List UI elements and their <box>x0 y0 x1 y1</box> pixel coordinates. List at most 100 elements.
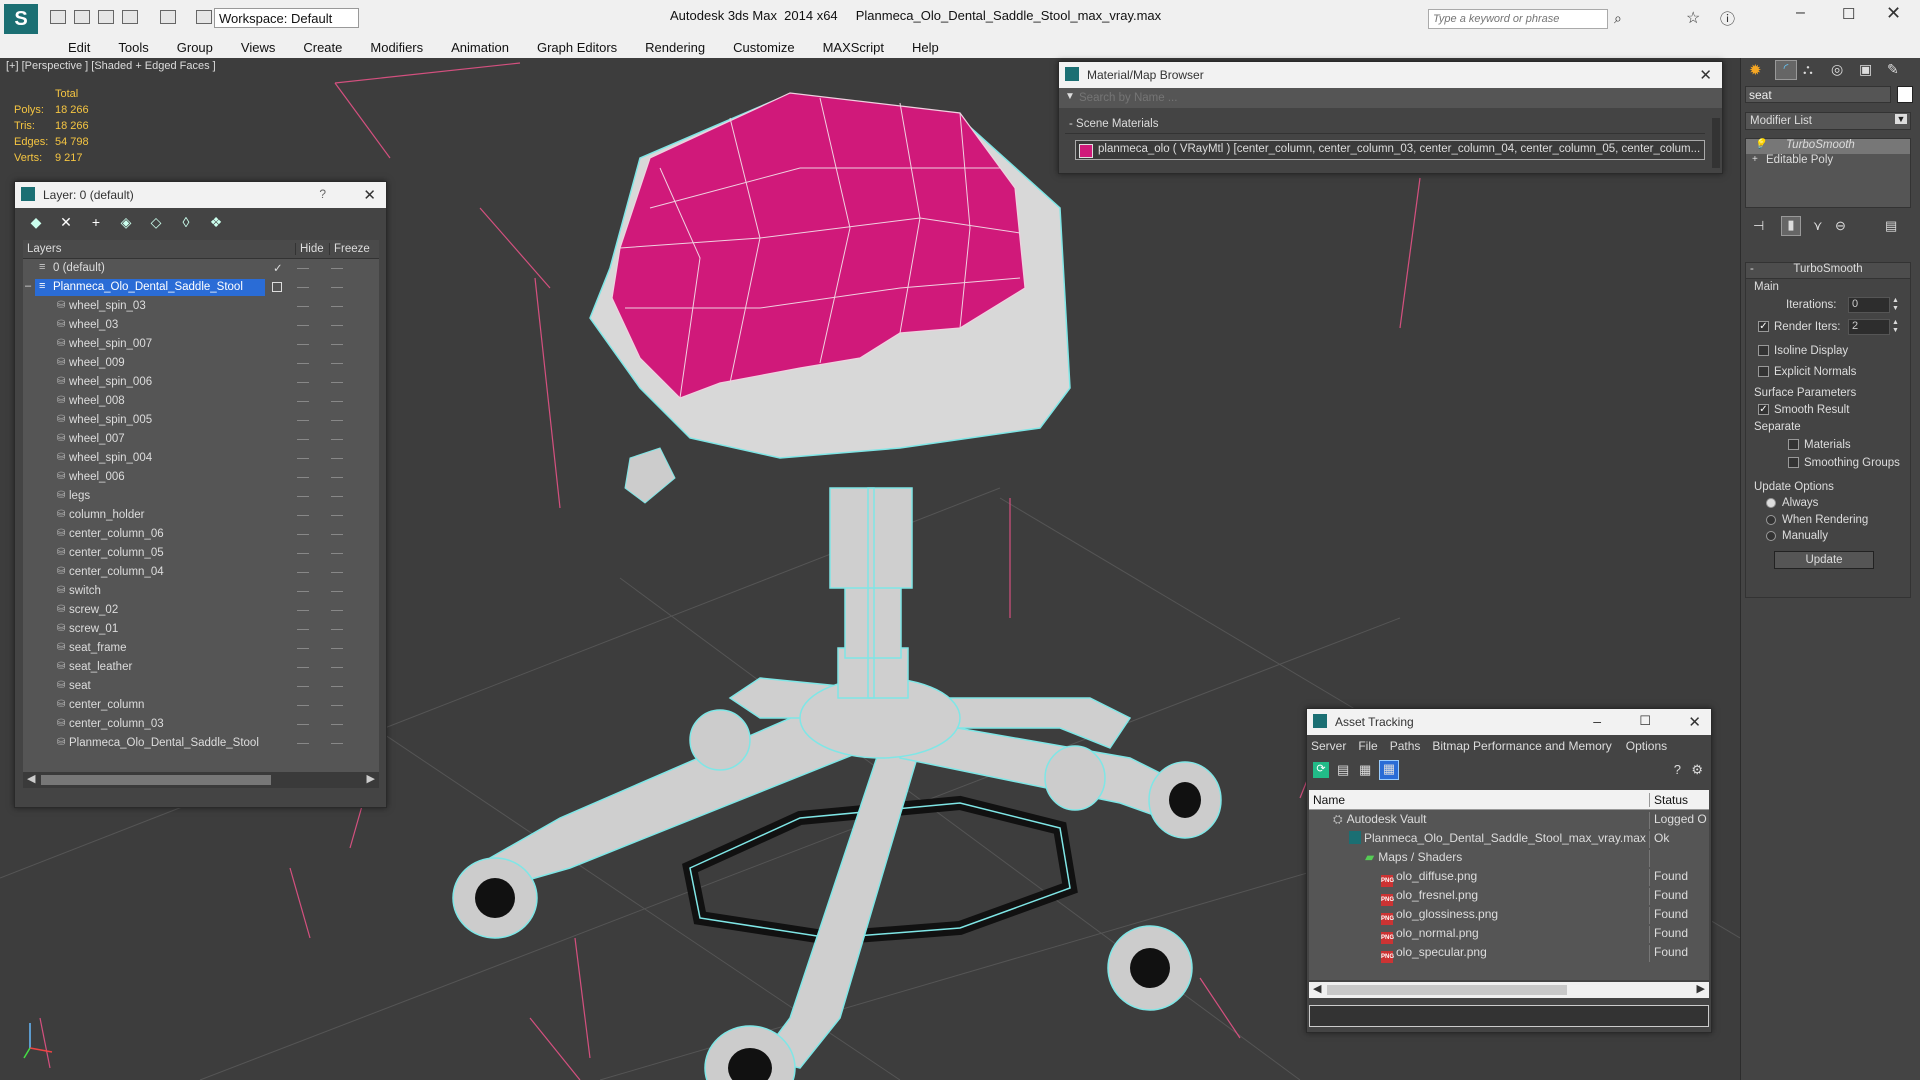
hide-all-icon[interactable]: ◊ <box>177 214 195 232</box>
keyword-search-input[interactable] <box>1428 9 1608 29</box>
binoculars-icon[interactable]: ⌕ <box>1614 10 1622 27</box>
maximize-icon[interactable]: ☐ <box>1842 5 1855 23</box>
star-icon[interactable]: ☆ <box>1686 8 1700 28</box>
hide-toggle[interactable] <box>297 610 309 611</box>
hide-toggle[interactable] <box>297 705 309 706</box>
hide-toggle[interactable] <box>297 306 309 307</box>
spinner-arrows-icon[interactable]: ▲ ▼ <box>1892 319 1899 335</box>
hide-toggle[interactable] <box>297 515 309 516</box>
layer-object-row[interactable]: ⛁ wheel_009 <box>23 354 379 373</box>
layer-object-row[interactable]: ⛁ wheel_spin_007 <box>23 335 379 354</box>
freeze-toggle[interactable] <box>331 363 343 364</box>
menu-graph-editors[interactable]: Graph Editors <box>523 40 631 55</box>
freeze-toggle[interactable] <box>331 572 343 573</box>
asset-tracking-titlebar[interactable]: Asset Tracking – ☐ ✕ <box>1307 709 1711 735</box>
freeze-toggle[interactable] <box>331 344 343 345</box>
highlight-layer-icon[interactable]: ◇ <box>147 214 165 232</box>
col-name[interactable]: Name <box>1313 793 1345 807</box>
layer-object-row[interactable]: ⛁ wheel_spin_03 <box>23 297 379 316</box>
viewport-label[interactable]: [+] [Perspective ] [Shaded + Edged Faces… <box>6 60 216 72</box>
freeze-toggle[interactable] <box>331 382 343 383</box>
freeze-toggle[interactable] <box>331 553 343 554</box>
utilities-tab-icon[interactable]: ✎ <box>1887 61 1899 78</box>
add-to-layer-icon[interactable]: + <box>87 214 105 232</box>
layer-object-row[interactable]: ⛁ center_column <box>23 696 379 715</box>
layer-object-row[interactable]: ⛁ screw_01 <box>23 620 379 639</box>
freeze-toggle[interactable] <box>331 629 343 630</box>
layer-object-row[interactable]: ⛁ switch <box>23 582 379 601</box>
minimize-icon[interactable]: – <box>1796 4 1805 22</box>
layer-window-titlebar[interactable]: Layer: 0 (default) ? ✕ <box>15 182 386 208</box>
layer-object-row[interactable]: ⛁ seat <box>23 677 379 696</box>
layer-object-row[interactable]: ⛁ wheel_spin_005 <box>23 411 379 430</box>
col-hide[interactable]: Hide <box>295 243 324 255</box>
hide-toggle[interactable] <box>297 591 309 592</box>
scroll-thumb[interactable] <box>1327 985 1567 995</box>
freeze-toggle[interactable] <box>331 401 343 402</box>
hide-toggle[interactable] <box>297 648 309 649</box>
asset-row[interactable]: PNG olo_diffuse.png Found <box>1309 867 1705 887</box>
modifier-list-dropdown[interactable]: Modifier List ▼ <box>1745 112 1911 130</box>
layer-object-row[interactable]: ⛁ wheel_008 <box>23 392 379 411</box>
hide-toggle[interactable] <box>297 667 309 668</box>
hide-toggle[interactable] <box>297 268 309 269</box>
asset-row[interactable]: ▰ Maps / Shaders <box>1309 848 1705 867</box>
layer-hscrollbar[interactable]: ◀ ▶ <box>23 772 379 788</box>
rollout-header[interactable]: - TurboSmooth <box>1746 263 1910 279</box>
hide-toggle[interactable] <box>297 382 309 383</box>
layer-object-row[interactable]: ⛁ center_column_05 <box>23 544 379 563</box>
configure-sets-icon[interactable]: ▤ <box>1885 218 1897 234</box>
lightbulb-icon[interactable]: 💡 <box>1754 139 1766 150</box>
update-button[interactable]: Update <box>1774 551 1874 569</box>
at-menu-file[interactable]: File <box>1358 739 1377 753</box>
layer-row-selected[interactable]: – ≡ Planmeca_Olo_Dental_Saddle_Stool <box>23 278 379 297</box>
hide-toggle[interactable] <box>297 477 309 478</box>
close-icon[interactable]: ✕ <box>1886 3 1901 24</box>
open-file-icon[interactable] <box>74 10 90 24</box>
layer-object-row[interactable]: ⛁ column_holder <box>23 506 379 525</box>
when-rendering-radio[interactable] <box>1766 515 1776 525</box>
undo-icon[interactable] <box>122 10 138 24</box>
at-menu-options[interactable]: Options <box>1626 739 1667 753</box>
menu-help[interactable]: Help <box>898 40 953 55</box>
explicit-normals-checkbox[interactable] <box>1758 366 1769 377</box>
layer-object-row[interactable]: ⛁ legs <box>23 487 379 506</box>
material-item[interactable]: planmeca_olo ( VRayMtl ) [center_column,… <box>1075 140 1705 160</box>
col-layers[interactable]: Layers <box>27 243 62 255</box>
freeze-toggle[interactable] <box>331 325 343 326</box>
menu-animation[interactable]: Animation <box>437 40 523 55</box>
freeze-toggle[interactable] <box>331 743 343 744</box>
layer-object-row[interactable]: ⛁ seat_leather <box>23 658 379 677</box>
separate-materials-checkbox[interactable] <box>1788 439 1799 450</box>
layer-object-row[interactable]: ⛁ wheel_spin_006 <box>23 373 379 392</box>
layer-object-row[interactable]: ⛁ center_column_06 <box>23 525 379 544</box>
freeze-toggle[interactable] <box>331 268 343 269</box>
spinner-arrows-icon[interactable]: ▲ ▼ <box>1892 297 1899 313</box>
layer-object-row[interactable]: ⛁ wheel_007 <box>23 430 379 449</box>
at-menu-bitmap[interactable]: Bitmap Performance and Memory <box>1432 739 1611 753</box>
hide-toggle[interactable] <box>297 743 309 744</box>
workspace-select[interactable]: Workspace: Default <box>214 8 359 28</box>
menu-create[interactable]: Create <box>289 40 356 55</box>
list-view-icon[interactable]: ▤ <box>1337 762 1349 778</box>
freeze-toggle[interactable] <box>331 458 343 459</box>
asset-hscrollbar[interactable]: ◀ ▶ <box>1309 982 1709 998</box>
freeze-toggle[interactable] <box>331 287 343 288</box>
menu-group[interactable]: Group <box>163 40 227 55</box>
asset-row[interactable]: PNG olo_normal.png Found <box>1309 924 1705 944</box>
expand-icon[interactable]: + <box>1752 154 1758 165</box>
isoline-display-checkbox[interactable] <box>1758 345 1769 356</box>
detail-view-icon[interactable]: ▦ <box>1359 762 1371 778</box>
hide-toggle[interactable] <box>297 287 309 288</box>
hide-toggle[interactable] <box>297 420 309 421</box>
freeze-toggle[interactable] <box>331 306 343 307</box>
app-logo[interactable]: S <box>4 4 38 34</box>
active-layer-check-icon[interactable]: ✓ <box>273 261 283 275</box>
new-file-icon[interactable] <box>50 10 66 24</box>
collapse-icon[interactable]: – <box>25 280 31 292</box>
smooth-result-checkbox[interactable]: ✓ <box>1758 404 1769 415</box>
hide-toggle[interactable] <box>297 439 309 440</box>
freeze-toggle[interactable] <box>331 477 343 478</box>
redo-icon[interactable] <box>160 10 176 24</box>
asset-row[interactable]: PNG olo_glossiness.png Found <box>1309 905 1705 925</box>
